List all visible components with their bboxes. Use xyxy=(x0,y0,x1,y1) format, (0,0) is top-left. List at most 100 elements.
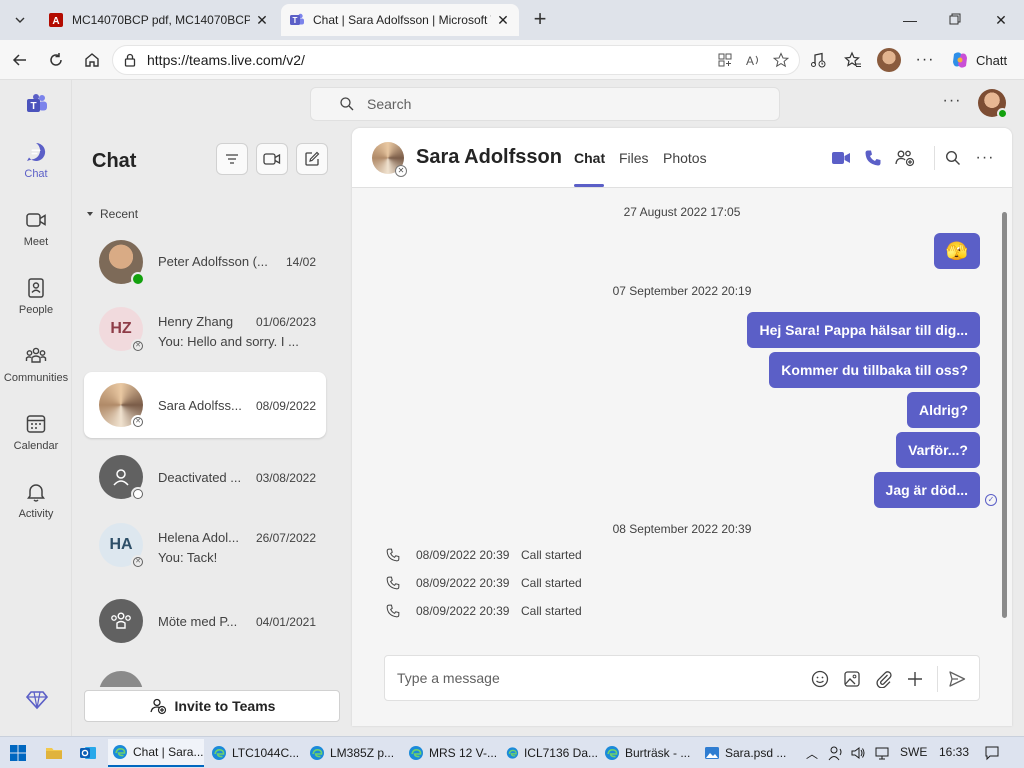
tab-actions-menu[interactable] xyxy=(8,8,32,32)
call-text: Call started xyxy=(521,576,582,590)
taskbar-app-burtrask[interactable]: Burträsk - ... xyxy=(600,739,696,767)
caret-down-icon xyxy=(87,212,93,216)
partial-chat-avatar xyxy=(99,671,143,687)
chat-name: Sara Adolfss... xyxy=(158,398,242,413)
diamond-premium-icon[interactable] xyxy=(26,688,48,710)
taskbar-app-ltc1044[interactable]: LTC1044C... xyxy=(207,739,303,767)
invite-to-teams-button[interactable]: Invite to Teams xyxy=(84,690,340,722)
keyboard-language[interactable]: SWE xyxy=(900,745,927,759)
favorites-icon[interactable] xyxy=(841,48,865,72)
scrollbar[interactable] xyxy=(1002,212,1007,618)
send-icon[interactable] xyxy=(946,668,968,690)
rail-item-meet[interactable]: Meet xyxy=(0,208,72,268)
group-icon xyxy=(111,612,131,629)
browser-tab-pdf[interactable]: A MC14070BCP pdf, MC14070BCP D ✕ xyxy=(40,4,278,36)
speech-icon[interactable] xyxy=(828,745,844,764)
tab-photos[interactable]: Photos xyxy=(663,150,707,166)
chat-item-helena[interactable]: HA ✕ Helena Adol... 26/07/2022 You: Tack… xyxy=(84,512,326,578)
taskbar-app-mrs12[interactable]: MRS 12 V-... xyxy=(404,739,500,767)
filter-button[interactable] xyxy=(216,143,248,175)
date-separator: 27 August 2022 17:05 xyxy=(623,205,741,219)
phone-icon xyxy=(386,548,402,562)
media-icon[interactable] xyxy=(806,48,830,72)
chevron-up-icon[interactable]: ︿ xyxy=(806,745,818,762)
taskbar-app-sara-psd[interactable]: Sara.psd ... xyxy=(700,739,796,767)
meet-now-button[interactable] xyxy=(256,143,288,175)
search-conversation-button[interactable] xyxy=(941,146,965,170)
home-button[interactable] xyxy=(80,48,104,72)
rail-item-chat[interactable]: Chat xyxy=(0,140,72,200)
plus-icon[interactable] xyxy=(904,668,926,690)
chat-item-sara[interactable]: ✕ Sara Adolfss... 08/09/2022 xyxy=(84,372,326,438)
chat-item-meeting[interactable]: Möte med P... 04/01/2021 xyxy=(84,588,326,654)
taskbar-app-icl7136[interactable]: ICL7136 Da... xyxy=(502,739,598,767)
favorite-star-icon[interactable] xyxy=(772,52,790,71)
message-emoji[interactable]: 🫣 xyxy=(934,233,980,269)
chat-item-deactivated[interactable]: Deactivated ... 03/08/2022 xyxy=(84,444,326,510)
chat-preview: You: Hello and sorry. I ... xyxy=(158,334,299,349)
video-icon xyxy=(832,152,850,164)
minimize-button[interactable]: — xyxy=(898,8,922,32)
more-options-icon[interactable]: ··· xyxy=(973,146,997,170)
file-explorer-icon[interactable] xyxy=(42,741,66,765)
user-avatar[interactable] xyxy=(978,89,1008,119)
url-text: https://teams.live.com/v2/ xyxy=(147,52,305,68)
taskbar-app-teams-chat[interactable]: Chat | Sara... xyxy=(108,739,204,767)
message-bubble[interactable]: Hej Sara! Pappa hälsar till dig... xyxy=(747,312,980,348)
app-available-icon[interactable] xyxy=(717,52,733,71)
message-bubble[interactable]: Varför...? xyxy=(896,432,980,468)
search-input[interactable]: Search xyxy=(310,87,780,121)
refresh-button[interactable] xyxy=(44,48,68,72)
volume-icon[interactable] xyxy=(850,745,866,764)
call-text: Call started xyxy=(521,548,582,562)
copilot-label: Chatt xyxy=(976,52,1008,68)
settings-more-icon[interactable]: ··· xyxy=(940,92,964,116)
image-icon[interactable] xyxy=(841,668,863,690)
audio-call-button[interactable] xyxy=(861,146,885,170)
emoji-icon[interactable] xyxy=(809,668,831,690)
copilot-button[interactable]: Chatt xyxy=(944,46,1020,74)
start-button[interactable] xyxy=(10,745,26,764)
tab-files[interactable]: Files xyxy=(619,150,649,166)
tab-chat[interactable]: Chat xyxy=(574,150,605,166)
message-bubble[interactable]: Jag är död... xyxy=(873,472,980,508)
browser-tab-teams[interactable]: T Chat | Sara Adolfsson | Microsoft Te ✕ xyxy=(281,4,519,36)
message-bubble[interactable]: Aldrig? xyxy=(907,392,980,428)
close-icon[interactable]: ✕ xyxy=(495,12,511,28)
message-bubble[interactable]: Kommer du tillbaka till oss? xyxy=(769,352,980,388)
teams-logo-icon[interactable]: T xyxy=(26,93,48,115)
add-people-button[interactable] xyxy=(893,146,917,170)
message-input[interactable] xyxy=(397,666,797,690)
restore-button[interactable] xyxy=(943,8,967,32)
avatar[interactable]: ✕ xyxy=(372,142,407,177)
rail-item-calendar[interactable]: Calendar xyxy=(0,412,72,472)
rail-item-activity[interactable]: Activity xyxy=(0,480,72,540)
more-options-icon[interactable]: ··· xyxy=(913,48,937,72)
network-icon[interactable] xyxy=(874,745,890,764)
clock-time[interactable]: 16:33 xyxy=(939,745,969,759)
profile-button[interactable] xyxy=(877,48,901,72)
close-window-button[interactable]: ✕ xyxy=(989,8,1013,32)
new-tab-button[interactable]: + xyxy=(528,8,552,32)
rail-item-people[interactable]: People xyxy=(0,276,72,336)
outlook-icon[interactable] xyxy=(76,741,100,765)
notification-icon[interactable] xyxy=(984,745,1000,764)
chat-item-henry[interactable]: HZ ✕ Henry Zhang 01/06/2023 You: Hello a… xyxy=(84,296,326,362)
rail-item-communities[interactable]: Communities xyxy=(0,344,72,404)
read-aloud-icon[interactable]: A xyxy=(745,52,761,71)
taskbar-app-lm385z[interactable]: LM385Z p... xyxy=(305,739,401,767)
close-icon[interactable]: ✕ xyxy=(254,12,270,28)
chat-date: 14/02 xyxy=(285,255,316,269)
attach-icon[interactable] xyxy=(873,668,895,690)
new-chat-button[interactable] xyxy=(296,143,328,175)
video-call-button[interactable] xyxy=(829,146,853,170)
address-bar[interactable]: https://teams.live.com/v2/ A xyxy=(112,45,800,75)
chat-item-peter[interactable]: Peter Adolfsson (... 14/02 xyxy=(84,229,326,295)
avatar xyxy=(99,455,145,501)
chat-date: 08/09/2022 xyxy=(255,399,316,413)
taskbar-app-label: MRS 12 V-... xyxy=(429,746,498,760)
teams-icon: T xyxy=(289,12,305,28)
people-icon xyxy=(24,276,48,300)
recent-section-header[interactable]: Recent xyxy=(86,207,138,221)
back-button[interactable] xyxy=(8,48,32,72)
